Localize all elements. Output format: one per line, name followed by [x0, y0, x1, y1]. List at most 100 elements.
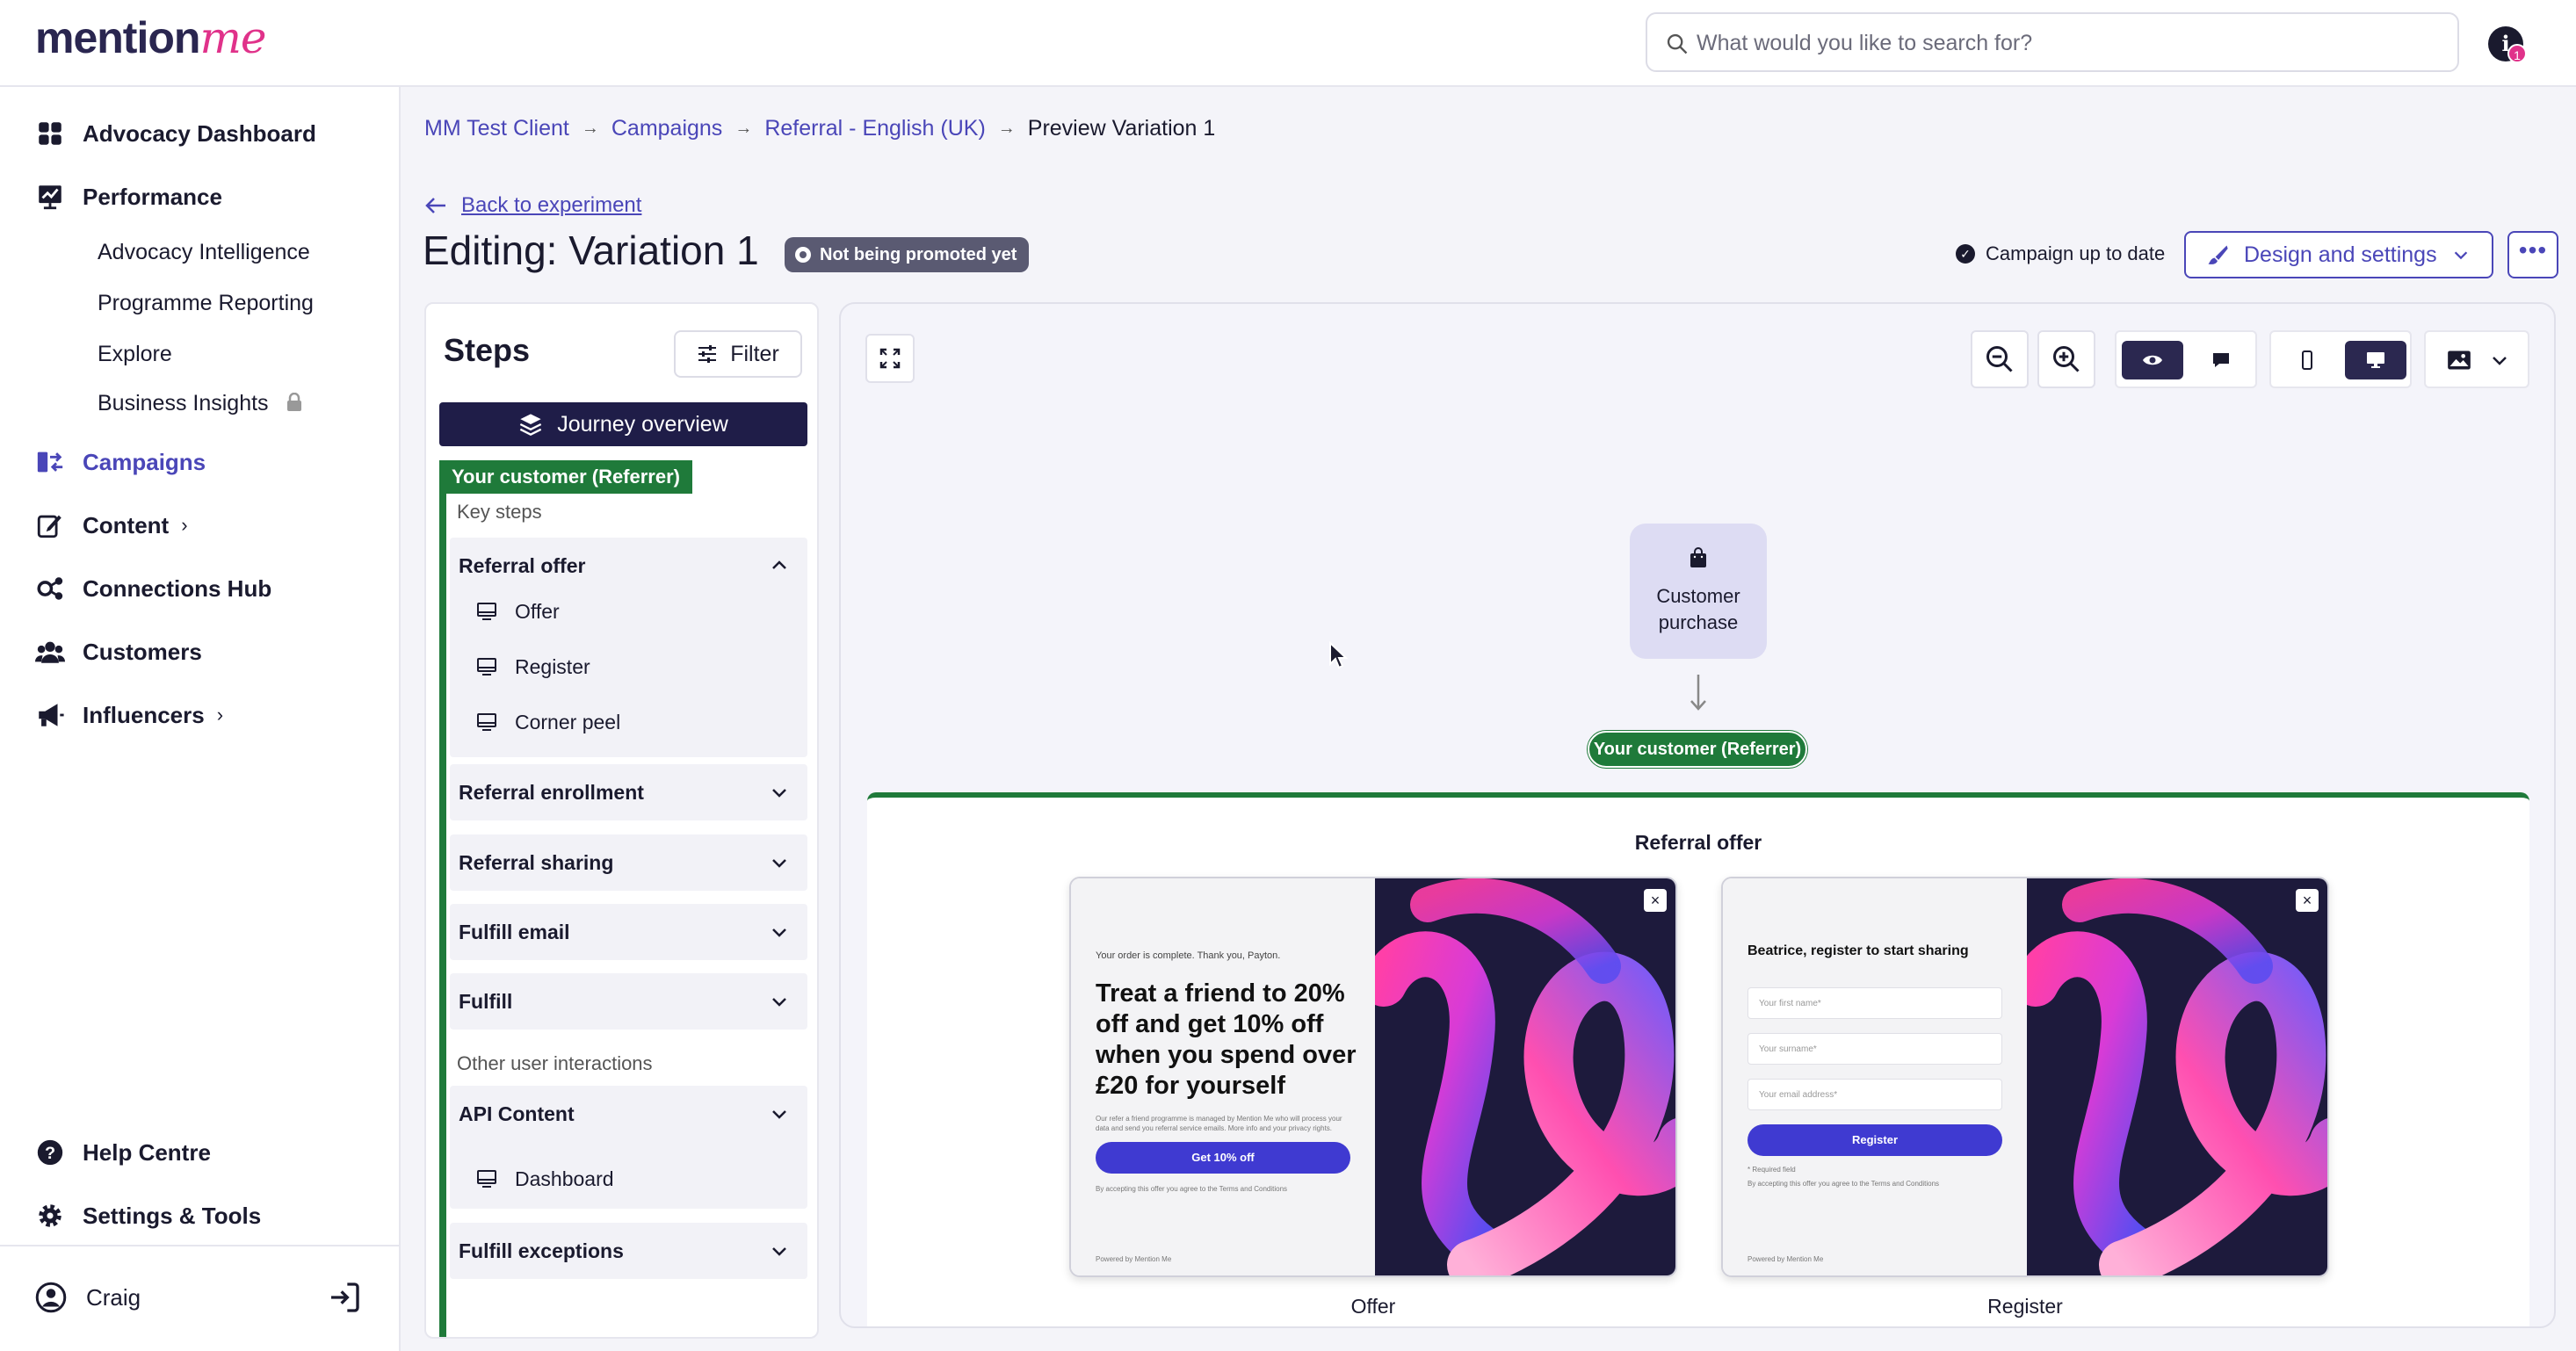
image-options-dropdown[interactable] [2424, 330, 2529, 388]
zoom-out-button[interactable] [1971, 330, 2029, 388]
chevron-down-icon [2454, 251, 2468, 260]
breadcrumb-separator: → [581, 119, 599, 138]
offer-preview-image: × [1375, 878, 1675, 1275]
mobile-view-button[interactable] [2276, 341, 2338, 379]
sidebar-subitem-explore[interactable]: Explore [98, 342, 172, 367]
referral-offer-section-title: Referral offer [1634, 831, 1762, 854]
status-dot-icon [795, 247, 811, 263]
customer-purchase-node[interactable]: Customer purchase [1630, 524, 1767, 659]
register-preview-card[interactable]: Beatrice, register to start sharing Your… [1721, 877, 2329, 1277]
connections-icon [37, 577, 63, 600]
performance-icon [39, 185, 62, 210]
logout-icon[interactable] [327, 1280, 362, 1315]
abstract-ribbon-illustration [1375, 878, 1675, 1275]
sidebar-item-content[interactable]: Content › [35, 508, 188, 543]
sidebar-item-help-centre[interactable]: ? Help Centre [35, 1135, 211, 1170]
chevron-down-icon [772, 789, 786, 798]
referrer-pill[interactable]: Your customer (Referrer) [1588, 731, 1807, 768]
step-header-label: Fulfill email [459, 920, 570, 943]
referral-offer-section: Referral offer Your order is complete. T… [867, 792, 2529, 1326]
zoom-in-icon [2053, 346, 2080, 372]
journey-canvas[interactable]: Customer purchase Your customer (Referre… [839, 302, 2556, 1328]
status-badge-label: Not being promoted yet [820, 244, 1017, 264]
chevron-down-icon [772, 1247, 786, 1256]
step-group-fulfill[interactable]: Fulfill [450, 973, 807, 1030]
register-surname-field[interactable]: Your surname* [1747, 1033, 2002, 1065]
design-settings-label: Design and settings [2244, 242, 2437, 267]
sidebar-item-customers[interactable]: Customers [35, 634, 202, 669]
sidebar-subitem-programme-reporting[interactable]: Programme Reporting [98, 291, 314, 316]
register-email-field[interactable]: Your email address* [1747, 1079, 2002, 1110]
filter-sliders-icon [698, 345, 717, 363]
sidebar-item-label: Influencers [83, 701, 205, 728]
customers-icon [35, 641, 65, 663]
sidebar-subitem-business-insights[interactable]: Business Insights [98, 391, 303, 416]
filter-button[interactable]: Filter [674, 330, 802, 378]
step-item-corner-peel[interactable]: Corner peel [476, 704, 620, 740]
step-item-offer[interactable]: Offer [476, 594, 560, 629]
campaigns-icon [37, 452, 63, 473]
register-cta-button[interactable]: Register [1747, 1124, 2002, 1156]
avatar-icon [35, 1282, 67, 1313]
step-header-api-content[interactable]: API Content [450, 1086, 807, 1142]
step-group-referral-offer: Referral offer Offer Register Corner pee… [450, 538, 807, 757]
expand-icon [879, 348, 901, 369]
sidebar-item-label: Campaigns [83, 448, 206, 475]
preview-mode-button[interactable] [2122, 341, 2183, 379]
step-group-fulfill-exceptions[interactable]: Fulfill exceptions [450, 1223, 807, 1279]
step-item-register[interactable]: Register [476, 649, 590, 684]
steps-list: Your customer (Referrer) Key steps Refer… [439, 460, 807, 1337]
back-to-experiment-link[interactable]: Back to experiment [424, 193, 641, 218]
user-profile[interactable]: Craig [35, 1282, 141, 1313]
step-group-referral-enrollment[interactable]: Referral enrollment [450, 764, 807, 820]
sidebar-item-performance[interactable]: Performance [35, 179, 222, 214]
sidebar-subitem-advocacy-intelligence[interactable]: Advocacy Intelligence [98, 240, 310, 265]
lock-icon [286, 393, 301, 411]
zoom-in-button[interactable] [2037, 330, 2095, 388]
sidebar-item-campaigns[interactable]: Campaigns [35, 444, 206, 480]
design-settings-button[interactable]: Design and settings [2184, 231, 2493, 278]
breadcrumb-link-campaigns[interactable]: Campaigns [611, 116, 722, 141]
breadcrumb-link-campaign[interactable]: Referral - English (UK) [764, 116, 985, 141]
filter-label: Filter [730, 341, 779, 366]
zoom-out-icon [1986, 346, 2013, 372]
step-group-fulfill-email[interactable]: Fulfill email [450, 904, 807, 960]
status-badge: Not being promoted yet [785, 237, 1030, 272]
step-group-api-content: API Content Dashboard [450, 1086, 807, 1209]
more-options-button[interactable]: ••• [2507, 231, 2558, 278]
step-item-label: Corner peel [515, 710, 621, 733]
arrow-down-icon [1690, 675, 1706, 711]
offer-preview-card[interactable]: Your order is complete. Thank you, Payto… [1069, 877, 1677, 1277]
sidebar-item-connections-hub[interactable]: Connections Hub [35, 571, 271, 606]
journey-overview-button[interactable]: Journey overview [439, 402, 807, 446]
megaphone-icon [39, 704, 64, 726]
offer-cta-button[interactable]: Get 10% off [1096, 1142, 1350, 1174]
close-icon[interactable]: × [1644, 889, 1667, 912]
page-title: Editing: Variation 1 [423, 228, 759, 273]
search-box[interactable] [1646, 12, 2459, 72]
other-interactions-label: Other user interactions [457, 1052, 653, 1074]
step-item-dashboard[interactable]: Dashboard [476, 1161, 614, 1196]
breadcrumb-link-client[interactable]: MM Test Client [424, 116, 569, 141]
comment-mode-button[interactable] [2190, 341, 2252, 379]
step-header-label: Referral sharing [459, 850, 614, 874]
register-first-name-field[interactable]: Your first name* [1747, 987, 2002, 1019]
step-header-referral-offer[interactable]: Referral offer [450, 538, 807, 594]
close-icon[interactable]: × [2296, 889, 2319, 912]
step-group-referral-sharing[interactable]: Referral sharing [450, 834, 807, 891]
expand-fullscreen-button[interactable] [865, 334, 915, 383]
sidebar-item-influencers[interactable]: Influencers › [35, 697, 223, 733]
steps-title: Steps [444, 332, 531, 368]
sidebar-item-advocacy-dashboard[interactable]: Advocacy Dashboard [35, 116, 316, 151]
offer-intro-text: Your order is complete. Thank you, Payto… [1096, 950, 1281, 961]
sidebar-item-label: Customers [83, 638, 202, 665]
chevron-down-icon [772, 928, 786, 937]
breadcrumb-separator: → [734, 119, 753, 138]
sidebar-item-settings-tools[interactable]: Settings & Tools [35, 1198, 261, 1233]
register-preview-image: × [2027, 878, 2327, 1275]
search-input[interactable] [1697, 23, 2443, 63]
logo-accent-text: me [199, 12, 266, 63]
desktop-view-button[interactable] [2345, 341, 2406, 379]
logo-text: mention [35, 13, 200, 62]
mention-me-logo[interactable]: mentionme [35, 12, 266, 63]
